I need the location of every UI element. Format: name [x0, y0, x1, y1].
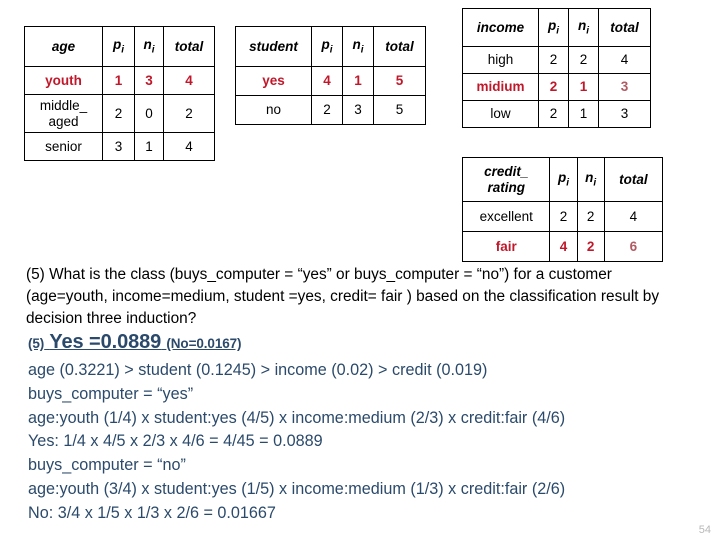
cell-pi: 2 [102, 94, 135, 133]
cell-ni: 1 [568, 73, 599, 101]
credit-rating-statistics-table: credit_ rating pi ni total excellent 2 2 … [461, 157, 664, 262]
cell-ni: 2 [568, 46, 599, 74]
cell-ni: 1 [342, 66, 374, 96]
table-header-row: student pi ni total [235, 26, 426, 67]
table-row: youth 1 3 4 [24, 66, 215, 95]
answer-alternate-result: (No=0.0167) [166, 336, 242, 351]
cell-credit-value: fair [461, 231, 551, 262]
column-header-pi: pi [538, 8, 569, 47]
table-row: fair 4 2 6 [461, 231, 664, 262]
subscript-i: i [329, 44, 333, 56]
cell-total: 5 [373, 95, 426, 125]
answer-line: buys_computer = “no” [28, 456, 186, 475]
subscript-i: i [360, 44, 364, 56]
table-row: middle_ aged 2 0 2 [24, 94, 215, 133]
page-number: 54 [698, 524, 711, 536]
cell-income-value: high [462, 46, 539, 74]
column-header-ni: ni [576, 157, 605, 202]
cell-age-value: youth [24, 66, 103, 95]
cell-pi: 4 [311, 66, 343, 96]
column-header-pi: pi [311, 26, 343, 67]
cell-ni: 1 [568, 100, 599, 128]
cell-total: 4 [163, 132, 215, 161]
cell-credit-value: excellent [461, 201, 551, 232]
cell-total: 2 [163, 94, 215, 133]
income-statistics-table: income pi ni total high 2 2 4 midium 2 1… [462, 8, 651, 128]
cell-pi: 2 [538, 100, 569, 128]
table-header-row: credit_ rating pi ni total [461, 157, 664, 202]
cell-ni: 2 [576, 231, 605, 262]
subscript-i: i [566, 177, 569, 189]
cell-total: 6 [603, 231, 664, 262]
subscript-i: i [586, 25, 590, 37]
subscript-i: i [556, 25, 560, 37]
cell-age-value: senior [24, 132, 103, 161]
slide-canvas: age pi ni total youth 1 3 4 middle_ aged … [0, 0, 720, 540]
table-row: no 2 3 5 [235, 95, 426, 125]
cell-ni: 3 [134, 66, 164, 95]
table-row: senior 3 1 4 [24, 132, 215, 161]
cell-total: 4 [598, 46, 651, 74]
cell-pi: 2 [311, 95, 343, 125]
cell-ni: 2 [576, 201, 605, 232]
answer-line: age:youth (1/4) x student:yes (4/5) x in… [28, 408, 566, 427]
answer-line: age (0.3221) > student (0.1245) > income… [28, 361, 488, 379]
cell-age-value: middle_ aged [24, 94, 103, 133]
cell-pi: 3 [102, 132, 135, 161]
column-header-ni: ni [134, 26, 164, 67]
column-header-pi: pi [549, 157, 578, 202]
cell-pi: 1 [102, 66, 135, 95]
column-header-age: age [24, 26, 103, 67]
table-row: midium 2 1 3 [462, 73, 651, 101]
answer-block: (5) Yes =0.0889 (No=0.0167) age (0.3221)… [28, 331, 704, 526]
column-header-student: student [235, 26, 312, 67]
cell-pi: 2 [549, 201, 578, 232]
column-header-total: total [598, 8, 651, 47]
subscript-i: i [121, 44, 125, 56]
table-row: yes 4 1 5 [235, 66, 426, 96]
column-header-pi: pi [102, 26, 135, 67]
table-header-row: income pi ni total [462, 8, 651, 47]
subscript-i: i [151, 44, 155, 56]
cell-pi: 4 [549, 231, 578, 262]
cell-total: 5 [373, 66, 426, 96]
cell-student-value: yes [235, 66, 312, 96]
answer-line: age:youth (3/4) x student:yes (1/5) x in… [28, 480, 566, 499]
table-row: low 2 1 3 [462, 100, 651, 128]
answer-line: buys_computer = “yes” [28, 384, 194, 403]
column-header-total: total [603, 157, 664, 202]
column-header-credit-rating: credit_ rating [461, 157, 551, 202]
subscript-i: i [593, 177, 597, 189]
cell-income-value: midium [462, 73, 539, 101]
column-header-ni: ni [568, 8, 599, 47]
cell-total: 4 [603, 201, 664, 232]
cell-total: 3 [598, 73, 651, 101]
cell-pi: 2 [538, 73, 569, 101]
cell-total: 4 [163, 66, 215, 95]
cell-pi: 2 [538, 46, 569, 74]
cell-income-value: low [462, 100, 539, 128]
cell-ni: 0 [134, 94, 164, 133]
column-header-ni: ni [342, 26, 374, 67]
table-header-row: age pi ni total [24, 26, 215, 67]
table-row: excellent 2 2 4 [461, 201, 664, 232]
cell-student-value: no [235, 95, 312, 125]
answer-line: Yes: 1/4 x 4/5 x 2/3 x 4/6 = 4/45 = 0.08… [28, 432, 323, 451]
column-header-total: total [373, 26, 426, 67]
answer-line: No: 3/4 x 1/5 x 1/3 x 2/6 = 0.01667 [28, 503, 276, 522]
cell-ni: 1 [134, 132, 164, 161]
cell-total: 3 [598, 100, 651, 128]
answer-main-result: Yes =0.0889 [49, 331, 162, 353]
column-header-income: income [462, 8, 539, 47]
answer-number: (5) [28, 336, 45, 351]
question-text: (5) What is the class (buys_computer = “… [26, 266, 660, 327]
table-row: high 2 2 4 [462, 46, 651, 74]
answer-heading: (5) Yes =0.0889 (No=0.0167) [28, 331, 704, 354]
age-statistics-table: age pi ni total youth 1 3 4 middle_ aged … [24, 26, 215, 161]
column-header-total: total [163, 26, 215, 67]
student-statistics-table: student pi ni total yes 4 1 5 no 2 3 5 [235, 26, 426, 125]
cell-ni: 3 [342, 95, 374, 125]
